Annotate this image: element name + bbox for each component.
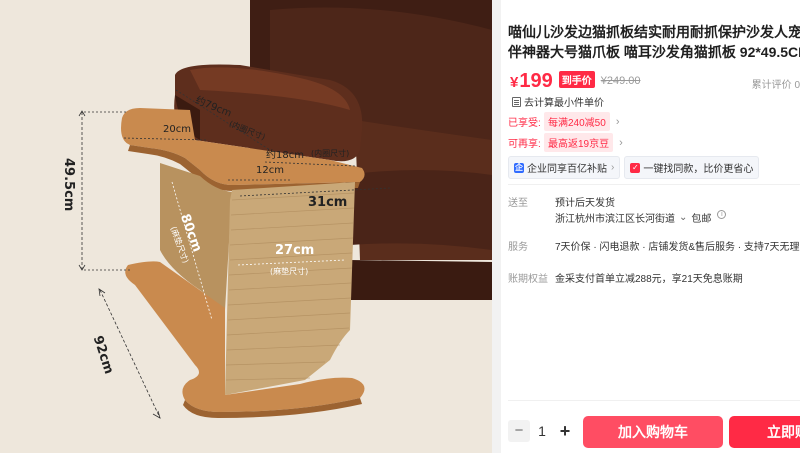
review-label: 累计评价 — [751, 80, 792, 91]
price-row: ¥ 199 到手价 ¥249.00 — [510, 70, 640, 92]
dim-inner-width: 12cm — [256, 165, 284, 176]
promo-enjoyed[interactable]: 已享受: 每满240减50 › — [508, 112, 619, 131]
quantity-increase-button[interactable]: + — [554, 420, 576, 442]
chevron-right-icon: › — [615, 115, 620, 128]
image-scroll-strip — [492, 0, 501, 453]
product-title: 喵仙儿沙发边猫抓板结实耐用耐抓保护沙发人宠共用陪 伴神器大号猫爪板 喵耳沙发角猫… — [508, 22, 800, 62]
find-similar-icon: ✓ — [630, 162, 641, 173]
product-image: 约79cm (内圈尺寸) 20cm 约18cm (内圈尺寸) 12cm 49.5… — [0, 0, 492, 453]
review-number: 0 — [794, 80, 800, 91]
dim-inner-depth: 约18cm — [266, 150, 304, 161]
delivery-location[interactable]: 浙江杭州市滨江区长河街道 ⌄ — [555, 210, 691, 225]
delivery-row: 送至 预计后天发货 — [508, 194, 615, 209]
price-symbol: ¥ — [510, 74, 519, 91]
calc-text: 去计算最小件单价 — [524, 98, 604, 109]
credit-row: 账期权益 金采支付首单立减288元，享21天免息账期 — [508, 270, 743, 285]
original-price: ¥249.00 — [600, 75, 641, 87]
credit-text[interactable]: 金采支付首单立减288元，享21天免息账期 — [555, 270, 743, 285]
credit-key: 账期权益 — [508, 274, 548, 285]
perk-find-similar-text: 一键找同款，比价更省心 — [643, 164, 754, 175]
buy-now-button[interactable]: 立即购买 — [729, 416, 800, 448]
delivery-location-row: 浙江杭州市滨江区长河街道 ⌄ 包邮 i — [555, 210, 727, 225]
delivery-key: 送至 — [508, 198, 528, 209]
promo-more-label: 可再享: — [508, 139, 541, 150]
chevron-right-icon: › — [619, 136, 623, 149]
enterprise-icon: 企 — [514, 162, 524, 173]
promo-enjoyed-chip: 每满240减50 — [544, 112, 610, 131]
final-price-badge: 到手价 — [558, 71, 595, 88]
chevron-right-icon: › — [611, 162, 615, 173]
dim-top-depth: 20cm — [163, 124, 191, 135]
promo-enjoyed-label: 已享受: — [508, 118, 541, 129]
dim-sisal-width-note: (麻垫尺寸) — [270, 267, 309, 276]
info-icon[interactable]: i — [717, 210, 727, 219]
promo-more-chip: 最高返19京豆 — [544, 133, 614, 152]
review-count[interactable]: 累计评价 0 — [752, 76, 800, 91]
divider — [508, 184, 800, 185]
product-title-line-1: 喵仙儿沙发边猫抓板结实耐用耐抓保护沙发人宠共用陪 — [508, 24, 800, 40]
perk-enterprise-text: 企业同享百亿补贴 — [527, 164, 607, 175]
quantity-value[interactable]: 1 — [536, 423, 548, 439]
service-text[interactable]: 7天价保 · 闪电退款 · 店铺发货&售后服务 · 支持7天无理由退货 — [555, 238, 800, 253]
free-shipping: 包邮 — [691, 214, 712, 225]
delivery-estimate: 预计后天发货 — [555, 198, 615, 209]
perk-row: 企 企业同享百亿补贴 › ✓ 一键找同款，比价更省心 — [508, 156, 763, 179]
service-key: 服务 — [508, 242, 528, 253]
quantity-decrease-button[interactable]: − — [508, 420, 530, 442]
purchase-bar: − 1 + 加入购物车 立即购买 — [508, 400, 800, 453]
delivery-location-text: 浙江杭州市滨江区长河街道 — [555, 214, 675, 225]
chevron-down-icon: ⌄ — [679, 212, 688, 223]
dim-front-width: 31cm — [308, 195, 348, 210]
unit-price-calculator[interactable]: 去计算最小件单价 — [512, 94, 604, 109]
dim-height: 49.5cm — [61, 158, 76, 212]
product-info-panel: 喵仙儿沙发边猫抓板结实耐用耐抓保护沙发人宠共用陪 伴神器大号猫爪板 喵耳沙发角猫… — [508, 0, 800, 453]
product-illustration — [78, 0, 492, 419]
dim-sisal-width: 27cm — [275, 243, 315, 258]
calculator-icon — [512, 96, 521, 107]
dim-inner-depth-note: (内圈尺寸) — [311, 149, 350, 158]
service-row: 服务 7天价保 · 闪电退款 · 店铺发货&售后服务 · 支持7天无理由退货 — [508, 238, 800, 253]
product-title-line-2: 伴神器大号猫爪板 喵耳沙发角猫抓板 92*49.5CM — [508, 44, 800, 60]
perk-enterprise[interactable]: 企 企业同享百亿补贴 › — [508, 156, 621, 179]
price-value: 199 — [519, 70, 553, 92]
add-to-cart-button[interactable]: 加入购物车 — [583, 416, 723, 448]
perk-find-similar[interactable]: ✓ 一键找同款，比价更省心 — [624, 156, 760, 179]
promo-more[interactable]: 可再享: 最高返19京豆 › — [508, 133, 623, 152]
